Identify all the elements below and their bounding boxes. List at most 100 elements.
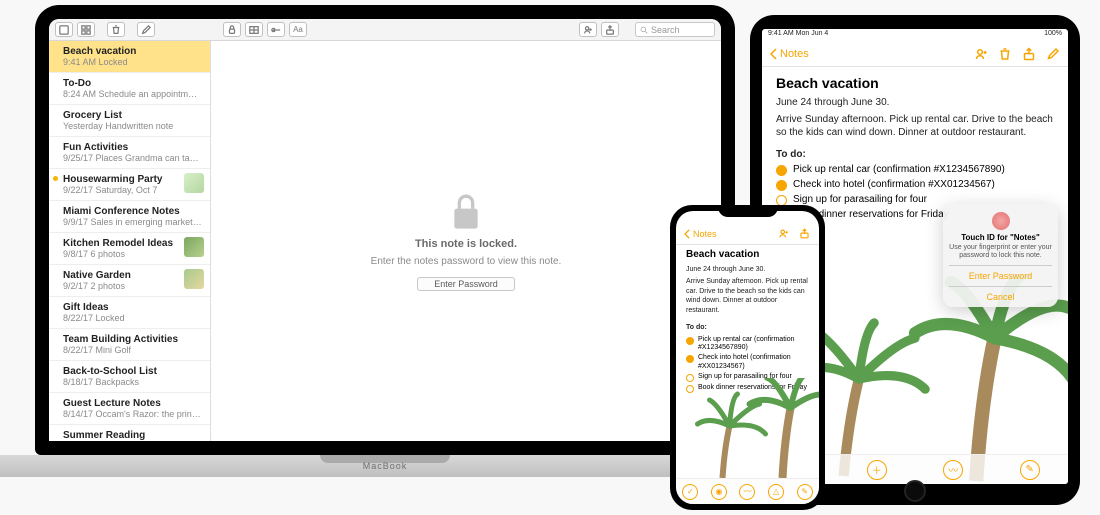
view-list-button[interactable] xyxy=(55,22,73,37)
todo-checkbox[interactable] xyxy=(776,165,787,176)
note-item-title: Miami Conference Notes xyxy=(63,206,202,217)
chevron-left-icon xyxy=(770,48,778,60)
todo-text: Sign up for parasailing for four xyxy=(793,194,927,205)
notes-mac-app: Aa Search Beach vacation9:41 AM LockedTo… xyxy=(49,19,721,441)
iphone-nav-bar: Notes xyxy=(676,223,819,245)
format-button[interactable]: Aa xyxy=(289,22,307,37)
checklist-button[interactable] xyxy=(267,22,285,37)
note-list-item[interactable]: Summer Reading8/5/17 Goal: Read one book… xyxy=(49,425,210,441)
chevron-left-icon xyxy=(684,229,691,239)
delete-button[interactable] xyxy=(107,22,125,37)
todo-checkbox[interactable] xyxy=(776,180,787,191)
note-item-meta: 8/18/17 Backpacks xyxy=(63,377,202,387)
add-photo-button[interactable]: ＋ xyxy=(867,460,887,480)
todo-text: Check into hotel (confirmation #XX012345… xyxy=(698,354,809,371)
add-people-button[interactable] xyxy=(776,227,790,241)
new-note-button[interactable]: ✎ xyxy=(1020,460,1040,480)
note-body: Arrive Sunday afternoon. Pick up rental … xyxy=(776,113,1054,140)
todo-item[interactable]: Pick up rental car (confirmation #X12345… xyxy=(776,164,1054,176)
macbook-device: Aa Search Beach vacation9:41 AM LockedTo… xyxy=(35,5,745,500)
note-item-title: Kitchen Remodel Ideas xyxy=(63,238,202,249)
note-list-item[interactable]: Fun Activities9/25/17 Places Grandma can… xyxy=(49,137,210,169)
note-item-title: Team Building Activities xyxy=(63,334,202,345)
note-list-item[interactable]: Miami Conference Notes9/9/17 Sales in em… xyxy=(49,201,210,233)
note-list-item[interactable]: Team Building Activities8/22/17 Mini Gol… xyxy=(49,329,210,361)
share-button[interactable] xyxy=(601,22,619,37)
note-date: June 24 through June 30. xyxy=(776,96,1054,110)
note-title: Beach vacation xyxy=(686,249,809,260)
search-input[interactable]: Search xyxy=(635,22,715,37)
todo-checkbox[interactable] xyxy=(686,355,694,363)
new-note-button[interactable]: ✎ xyxy=(797,484,813,500)
delete-button[interactable] xyxy=(998,47,1012,61)
draw-button[interactable]: 〰 xyxy=(739,484,755,500)
iphone-bottom-toolbar: ✓ ◉ 〰 △ ✎ xyxy=(676,478,819,504)
note-body: Arrive Sunday afternoon. Pick up rental … xyxy=(686,277,809,315)
note-item-title: To-Do xyxy=(63,78,202,89)
note-list-item[interactable]: Kitchen Remodel Ideas9/8/17 6 photos xyxy=(49,233,210,265)
note-item-meta: 8/22/17 Mini Golf xyxy=(63,345,202,355)
fingerprint-icon xyxy=(992,212,1010,230)
share-button[interactable] xyxy=(797,227,811,241)
note-item-meta: 8:24 AM Schedule an appointment with Dr.… xyxy=(63,89,202,99)
add-people-button[interactable] xyxy=(579,22,597,37)
note-date: June 24 through June 30. xyxy=(686,265,809,274)
note-item-meta: 9/9/17 Sales in emerging markets up xyxy=(63,217,202,227)
todo-text: Pick up rental car (confirmation #X12345… xyxy=(698,336,809,353)
todo-text: Pick up rental car (confirmation #X12345… xyxy=(793,164,1005,175)
search-icon xyxy=(640,26,648,34)
ipad-status-bar: 9:41 AM Mon Jun 4100% xyxy=(762,29,1068,41)
add-people-button[interactable] xyxy=(974,47,988,61)
lock-button[interactable] xyxy=(223,22,241,37)
note-list-item[interactable]: Back-to-School List8/18/17 Backpacks xyxy=(49,361,210,393)
iphone-device: Notes Beach vacation June 24 through Jun… xyxy=(670,205,825,510)
back-button[interactable]: Notes xyxy=(770,48,809,60)
checklist-button[interactable]: ✓ xyxy=(682,484,698,500)
note-title: Beach vacation xyxy=(776,75,1054,91)
note-item-meta: 8/14/17 Occam's Razor: the principle (at… xyxy=(63,409,202,419)
note-list-item[interactable]: Guest Lecture Notes8/14/17 Occam's Razor… xyxy=(49,393,210,425)
notes-sidebar-list[interactable]: Beach vacation9:41 AM LockedTo-Do8:24 AM… xyxy=(49,41,211,441)
search-placeholder: Search xyxy=(651,25,680,35)
lock-icon xyxy=(449,192,483,232)
note-item-title: Summer Reading xyxy=(63,430,202,441)
note-item-title: Guest Lecture Notes xyxy=(63,398,202,409)
note-item-meta: 9/2/17 2 photos xyxy=(63,281,202,291)
locked-title: This note is locked. xyxy=(415,238,517,250)
modal-title: Touch ID for "Notes" xyxy=(949,233,1052,242)
back-button[interactable]: Notes xyxy=(684,229,717,239)
modal-enter-password-button[interactable]: Enter Password xyxy=(949,265,1052,286)
note-list-item[interactable]: Gift Ideas8/22/17 Locked xyxy=(49,297,210,329)
palm-tree-drawing xyxy=(676,378,819,478)
todo-item[interactable]: Pick up rental car (confirmation #X12345… xyxy=(686,336,809,353)
compose-button[interactable] xyxy=(137,22,155,37)
locked-note-pane: This note is locked. Enter the notes pas… xyxy=(211,41,721,441)
note-list-item[interactable]: To-Do8:24 AM Schedule an appointment wit… xyxy=(49,73,210,105)
todo-item[interactable]: Check into hotel (confirmation #XX012345… xyxy=(686,354,809,371)
note-item-title: Fun Activities xyxy=(63,142,202,153)
note-list-item[interactable]: Beach vacation9:41 AM Locked xyxy=(49,41,210,73)
note-list-item[interactable]: Native Garden9/2/17 2 photos xyxy=(49,265,210,297)
note-item-meta: 8/22/17 Locked xyxy=(63,313,202,323)
compose-button[interactable] xyxy=(1046,47,1060,61)
note-item-meta: 9:41 AM Locked xyxy=(63,57,202,67)
share-button[interactable] xyxy=(1022,47,1036,61)
markup-button[interactable]: △ xyxy=(768,484,784,500)
enter-password-button[interactable]: Enter Password xyxy=(417,277,515,291)
locked-subtitle: Enter the notes password to view this no… xyxy=(371,256,562,267)
ipad-nav-bar: Notes xyxy=(762,41,1068,67)
note-item-meta: 9/8/17 6 photos xyxy=(63,249,202,259)
view-grid-button[interactable] xyxy=(77,22,95,37)
todo-item[interactable]: Check into hotel (confirmation #XX012345… xyxy=(776,179,1054,191)
table-button[interactable] xyxy=(245,22,263,37)
note-item-meta: 9/22/17 Saturday, Oct 7 xyxy=(63,185,202,195)
macbook-label: MacBook xyxy=(363,461,408,471)
draw-button[interactable]: 〰 xyxy=(943,460,963,480)
note-list-item[interactable]: Grocery ListYesterday Handwritten note xyxy=(49,105,210,137)
note-item-title: Housewarming Party xyxy=(63,174,202,185)
todo-checkbox[interactable] xyxy=(686,337,694,345)
modal-cancel-button[interactable]: Cancel xyxy=(949,286,1052,307)
home-button[interactable] xyxy=(904,480,926,502)
camera-button[interactable]: ◉ xyxy=(711,484,727,500)
note-list-item[interactable]: Housewarming Party9/22/17 Saturday, Oct … xyxy=(49,169,210,201)
